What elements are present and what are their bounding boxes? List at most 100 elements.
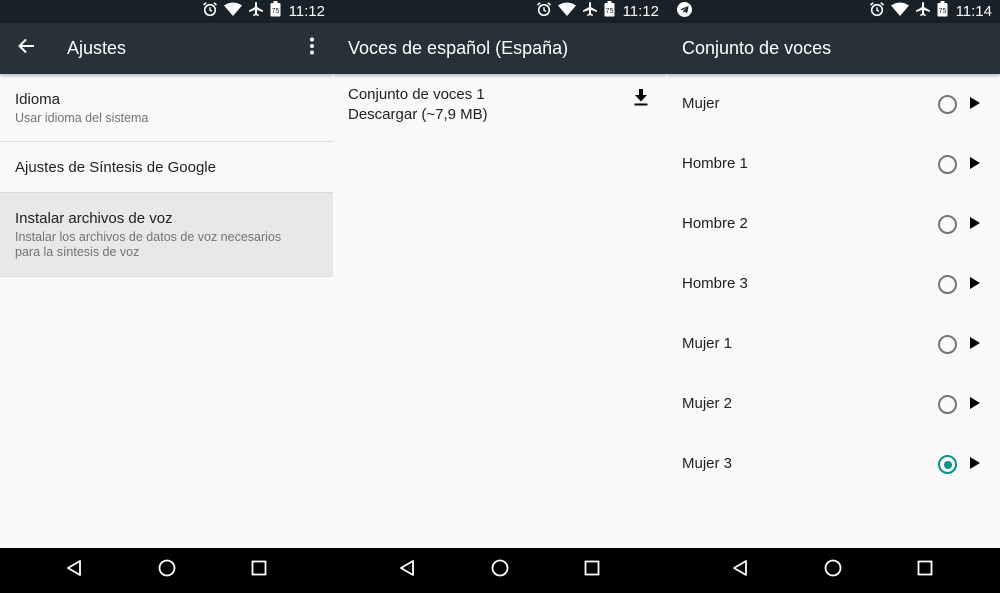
pref-summary: Usar idioma del sistema [15,111,149,125]
nav-back-button[interactable] [52,548,96,593]
play-icon[interactable] [970,217,980,229]
play-icon[interactable] [970,97,980,109]
download-icon [634,89,648,111]
screens-container: 75 11:12 Ajustes Idioma Usar idioma del … [0,0,1000,548]
nav-recents-icon [250,559,268,582]
alarm-icon [536,1,552,22]
pref-title: Instalar archivos de voz [15,210,173,227]
voice-radio[interactable] [938,275,957,294]
voice-label: Mujer 2 [682,395,733,412]
page-title: Ajustes [67,38,127,58]
nav-back-icon [398,559,416,582]
voice-option[interactable]: Mujer 1 [667,314,1000,374]
pref-sintesis-google[interactable]: Ajustes de Síntesis de Google [0,142,333,193]
play-icon[interactable] [970,157,980,169]
airplane-mode-icon [582,1,598,22]
alarm-icon [202,1,218,22]
voice-radio[interactable] [938,95,957,114]
status-time: 11:14 [955,3,992,20]
airplane-mode-icon [248,1,264,22]
voice-radio[interactable] [938,215,957,234]
voice-set-screen: 75 11:14 Conjunto de voces Mujer Hombre … [667,0,1000,548]
voice-option[interactable]: Hombre 2 [667,194,1000,254]
status-bar: 75 11:12 [333,0,667,23]
voice-label: Mujer 1 [682,335,733,352]
battery-icon: 75 [270,1,281,22]
navigation-bar [0,548,1000,593]
voice-radio[interactable] [938,395,957,414]
overflow-menu-button[interactable] [292,23,332,74]
voices-list-screen: 75 11:12 Voces de español (España) Conju… [333,0,667,548]
play-icon[interactable] [970,277,980,289]
voice-label: Hombre 2 [682,215,748,232]
svg-text:75: 75 [605,8,613,15]
voice-label: Mujer 3 [682,455,733,472]
app-bar: Conjunto de voces [667,23,1000,74]
voice-radio[interactable] [938,155,957,174]
airplane-mode-icon [915,1,931,22]
wifi-icon [223,2,242,21]
back-button[interactable] [6,23,46,74]
wifi-icon [890,2,909,21]
arrow-back-icon [17,37,35,60]
nav-recents-button[interactable] [570,548,614,593]
battery-icon: 75 [604,1,615,22]
nav-recents-button[interactable] [237,548,281,593]
nav-home-icon [157,558,177,583]
nav-back-button[interactable] [385,548,429,593]
status-time: 11:12 [288,3,325,20]
status-icons: 75 11:14 [869,0,992,23]
voice-label: Hombre 1 [682,155,748,172]
nav-recents-icon [916,559,934,582]
page-title: Conjunto de voces [682,38,832,58]
pref-summary-line1: Instalar los archivos de datos de voz ne… [15,230,282,244]
voice-option[interactable]: Mujer 2 [667,374,1000,434]
nav-recents-icon [583,559,601,582]
pref-summary-line2: para la síntesis de voz [15,245,140,259]
download-button[interactable] [621,80,661,120]
pref-title: Ajustes de Síntesis de Google [15,159,216,176]
voice-pack-download-size: Descargar (~7,9 MB) [348,106,488,123]
nav-home-button[interactable] [145,548,189,593]
voice-radio[interactable] [938,455,957,474]
play-icon[interactable] [970,397,980,409]
nav-home-icon [823,558,843,583]
page-title: Voces de español (España) [348,38,569,58]
play-icon[interactable] [970,337,980,349]
pref-instalar-archivos[interactable]: Instalar archivos de voz Instalar los ar… [0,193,333,277]
status-bar: 75 11:12 [0,0,333,23]
voice-label: Hombre 3 [682,275,748,292]
nav-home-icon [490,558,510,583]
wifi-icon [557,2,576,21]
telegram-icon [677,1,692,22]
status-time: 11:12 [622,3,659,20]
nav-back-icon [731,559,749,582]
play-icon[interactable] [970,457,980,469]
voice-pack-item[interactable]: Conjunto de voces 1 Descargar (~7,9 MB) [333,74,667,134]
notification-icons [677,0,692,23]
alarm-icon [869,1,885,22]
pref-title: Idioma [15,91,61,108]
status-bar: 75 11:14 [667,0,1000,23]
voice-pack-title: Conjunto de voces 1 [348,86,485,103]
nav-back-icon [65,559,83,582]
more-vert-icon [309,37,315,60]
voice-option[interactable]: Hombre 1 [667,134,1000,194]
svg-text:75: 75 [938,8,946,15]
settings-screen: 75 11:12 Ajustes Idioma Usar idioma del … [0,0,333,548]
nav-home-button[interactable] [811,548,855,593]
nav-recents-button[interactable] [903,548,947,593]
svg-text:75: 75 [271,8,279,15]
voice-radio[interactable] [938,335,957,354]
nav-back-button[interactable] [718,548,762,593]
pref-idioma[interactable]: Idioma Usar idioma del sistema [0,74,333,142]
battery-icon: 75 [937,1,948,22]
status-icons: 75 11:12 [536,0,659,23]
status-icons: 75 11:12 [202,0,325,23]
app-bar: Voces de español (España) [333,23,667,74]
voice-option[interactable]: Mujer [667,74,1000,134]
voice-option[interactable]: Hombre 3 [667,254,1000,314]
app-bar: Ajustes [0,23,333,74]
nav-home-button[interactable] [478,548,522,593]
voice-option[interactable]: Mujer 3 [667,434,1000,494]
